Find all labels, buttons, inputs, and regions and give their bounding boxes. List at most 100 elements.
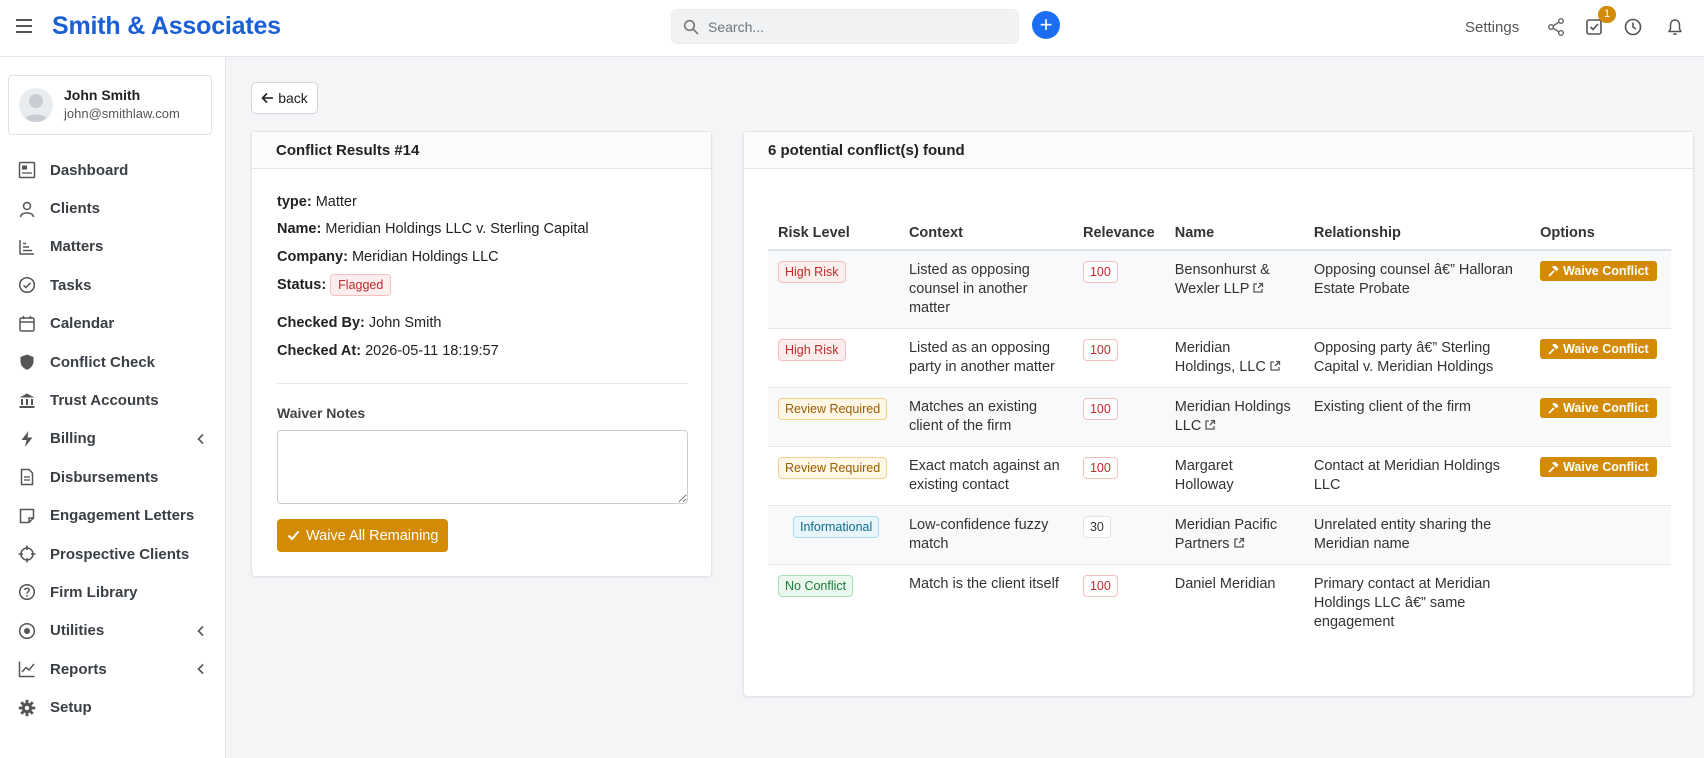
relationship-cell: Opposing counsel â€” Halloran Estate Pro…	[1303, 250, 1531, 329]
type-row: type: Matter	[277, 194, 357, 210]
context-cell: Matches an existing client of the firm	[898, 387, 1073, 447]
company-label: Company:	[277, 249, 348, 265]
back-label: back	[278, 90, 308, 106]
sidebar-item-conflict-check[interactable]: Conflict Check	[0, 343, 226, 381]
risk-cell: High Risk	[768, 328, 899, 388]
note-icon	[19, 508, 35, 523]
risk-badge: Informational	[793, 516, 880, 538]
column-header: Risk Level	[768, 216, 899, 251]
sidebar-item-engagement-letters[interactable]: Engagement Letters	[0, 497, 226, 535]
lightning-icon	[21, 430, 33, 447]
arrow-left-icon	[261, 92, 274, 104]
sidebar-item-tasks[interactable]: Tasks	[0, 266, 226, 304]
sidebar-item-reports[interactable]: Reports	[0, 650, 226, 688]
sidebar-item-matters[interactable]: Matters	[0, 228, 226, 266]
share-icon[interactable]	[1546, 17, 1566, 37]
context-cell: Match is the client itself	[908, 576, 1059, 592]
search-box[interactable]	[671, 9, 1019, 44]
risk-badge: Review Required	[778, 457, 888, 479]
waive-all-label: Waive All Remaining	[306, 527, 439, 544]
sidebar-item-label: Prospective Clients	[50, 545, 190, 563]
document-icon	[20, 469, 34, 486]
sidebar-item-label: Firm Library	[50, 583, 138, 601]
relationship-cell: Contact at Meridian Holdings LLC	[1303, 446, 1531, 506]
chart-bars-icon	[19, 239, 34, 255]
sidebar-item-calendar[interactable]: Calendar	[0, 305, 226, 343]
relevance-cell: 100	[1073, 565, 1165, 643]
waive-conflict-button[interactable]: Waive Conflict	[1540, 339, 1657, 359]
sidebar-item-trust-accounts[interactable]: Trust Accounts	[0, 381, 226, 419]
external-link-icon[interactable]	[1269, 360, 1281, 372]
menu-icon[interactable]	[16, 19, 32, 33]
options-cell	[1530, 505, 1671, 565]
settings-link[interactable]: Settings	[1465, 19, 1519, 36]
external-link-icon[interactable]	[1252, 282, 1264, 294]
sidebar-item-firm-library[interactable]: Firm Library	[0, 573, 226, 611]
risk-cell: High Risk	[768, 250, 899, 329]
waive-all-remaining-button[interactable]: Waive All Remaining	[277, 519, 449, 552]
sidebar-item-label: Reports	[50, 660, 107, 678]
conflict-list-card: 6 potential conflict(s) found Risk Level…	[743, 131, 1694, 697]
name-cell: Daniel Meridian	[1165, 565, 1304, 643]
external-link-icon[interactable]	[1204, 419, 1216, 431]
relationship-cell: Primary contact at Meridian Holdings LLC…	[1313, 576, 1491, 630]
relevance-badge: 30	[1082, 516, 1111, 538]
search-input[interactable]	[708, 10, 1008, 43]
external-link-icon[interactable]	[1233, 537, 1245, 549]
user-name: John Smith	[64, 87, 141, 103]
relevance-badge: 100	[1082, 339, 1118, 361]
sidebar-item-label: Setup	[50, 699, 92, 717]
column-header: Relevance	[1072, 216, 1165, 251]
shield-icon	[20, 354, 34, 370]
table-row: Review Required Exact match against an ex…	[768, 446, 1671, 506]
check-icon	[287, 530, 300, 541]
user-card[interactable]: John Smith john@smithlaw.com	[8, 75, 212, 135]
column-header: Options	[1530, 216, 1671, 251]
relevance-cell: 100	[1072, 446, 1165, 506]
sidebar-item-label: Conflict Check	[50, 353, 156, 371]
options-cell: Waive Conflict	[1530, 387, 1671, 447]
sidebar-nav: Dashboard Clients Matters Tasks Calendar…	[0, 151, 226, 727]
user-email: john@smithlaw.com	[64, 106, 180, 121]
waive-conflict-label: Waive Conflict	[1563, 263, 1649, 278]
relevance-cell: 100	[1072, 250, 1165, 329]
context-cell: Exact match against an existing contact	[898, 446, 1073, 506]
table-row: High Risk Listed as opposing counsel in a…	[768, 250, 1671, 329]
sidebar-item-clients[interactable]: Clients	[0, 189, 226, 227]
sidebar-item-setup[interactable]: Setup	[0, 688, 226, 726]
bell-icon[interactable]	[1665, 17, 1685, 37]
sidebar-item-label: Dashboard	[50, 161, 129, 179]
waive-conflict-button[interactable]: Waive Conflict	[1540, 457, 1657, 477]
sidebar-item-dashboard[interactable]: Dashboard	[0, 151, 226, 189]
name-cell: Meridian Holdings, LLC	[1164, 328, 1304, 388]
checked-at-label: Checked At:	[277, 343, 362, 359]
type-value: Matter	[315, 194, 357, 210]
conflicts-table: Risk Level Context Relevance Name Relati…	[768, 216, 1671, 642]
risk-cell: Review Required	[768, 446, 899, 506]
table-row: Review Required Matches an existing clien…	[768, 387, 1671, 447]
checked-by-label: Checked By:	[277, 315, 365, 331]
clock-icon[interactable]	[1623, 17, 1643, 37]
notification-count-badge: 1	[1598, 6, 1616, 23]
relevance-cell: 100	[1072, 328, 1165, 388]
relationship-cell: Existing client of the firm	[1303, 387, 1531, 447]
status-label: Status:	[277, 277, 327, 293]
sidebar-item-utilities[interactable]: Utilities	[0, 612, 226, 650]
gavel-icon	[1548, 343, 1559, 355]
waive-conflict-button[interactable]: Waive Conflict	[1540, 261, 1657, 281]
brand-title[interactable]: Smith & Associates	[52, 12, 281, 41]
relationship-cell: Unrelated entity sharing the Meridian na…	[1303, 505, 1531, 565]
options-cell: Waive Conflict	[1530, 328, 1671, 388]
sidebar-item-billing[interactable]: Billing	[0, 420, 226, 458]
party-name: Meridian Holdings, LLC	[1174, 340, 1266, 375]
sidebar-item-label: Clients	[50, 200, 101, 218]
sidebar-item-disbursements[interactable]: Disbursements	[0, 458, 226, 496]
waive-conflict-button[interactable]: Waive Conflict	[1540, 398, 1657, 418]
context-cell: Low-confidence fuzzy match	[898, 505, 1073, 565]
add-button[interactable]: +	[1032, 11, 1060, 39]
status-badge: Flagged	[330, 274, 392, 296]
sidebar-item-prospective-clients[interactable]: Prospective Clients	[0, 535, 226, 573]
user-icon	[19, 201, 35, 217]
waiver-notes-textarea[interactable]	[277, 430, 688, 504]
back-button[interactable]: back	[251, 82, 318, 114]
